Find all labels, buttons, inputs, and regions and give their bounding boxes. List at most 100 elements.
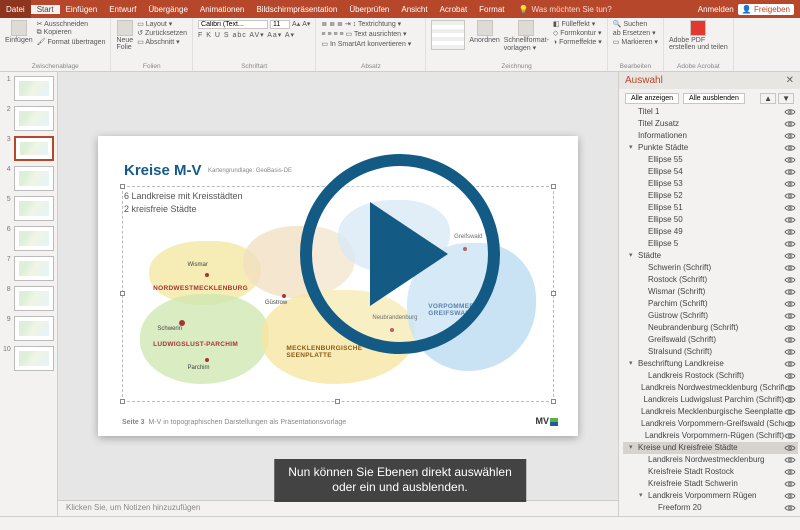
grow-font-button[interactable]: A▴ [292, 20, 300, 29]
slide-thumbnail[interactable]: 4 [3, 166, 54, 191]
visibility-eye-icon[interactable] [784, 456, 796, 464]
create-pdf-button[interactable]: Adobe PDF erstellen und teilen [669, 20, 728, 51]
slide-thumbnail[interactable]: 8 [3, 286, 54, 311]
selection-tree-item[interactable]: Ellipse 54 [623, 166, 798, 178]
align-buttons[interactable]: ≡ ≡ ≡ ≡ ▭ Text ausrichten ▾ [321, 30, 406, 38]
ribbon-tab-start[interactable]: Start [31, 5, 60, 14]
selection-tree-item[interactable]: Ellipse 49 [623, 226, 798, 238]
visibility-eye-icon[interactable] [784, 180, 796, 188]
visibility-eye-icon[interactable] [784, 288, 796, 296]
ribbon-tab-entwurf[interactable]: Entwurf [103, 5, 142, 14]
slide-thumbnail[interactable]: 7 [3, 256, 54, 281]
font-size-combo[interactable] [270, 20, 290, 29]
slide-thumbnail[interactable]: 2 [3, 106, 54, 131]
find-button[interactable]: 🔍 Suchen [613, 20, 658, 28]
visibility-eye-icon[interactable] [784, 168, 796, 176]
move-down-icon[interactable]: ▼ [778, 93, 794, 104]
visibility-eye-icon[interactable] [784, 408, 796, 416]
visibility-eye-icon[interactable] [784, 432, 796, 440]
visibility-eye-icon[interactable] [784, 396, 796, 404]
ribbon-tab-einfügen[interactable]: Einfügen [60, 5, 104, 14]
selection-tree-item[interactable]: Kreisfreie Stadt Schwerin [623, 478, 798, 490]
shape-fill-button[interactable]: ◧ Fülleffekt ▾ [553, 20, 602, 28]
resize-handle[interactable] [120, 399, 125, 404]
selection-tree-item[interactable]: Ellipse 50 [623, 214, 798, 226]
notes-pane[interactable]: Klicken Sie, um Notizen hinzuzufügen [58, 500, 618, 516]
visibility-eye-icon[interactable] [784, 384, 796, 392]
select-button[interactable]: ▭ Markieren ▾ [613, 38, 658, 46]
selection-tree-item[interactable]: Schwerin (Schrift) [623, 262, 798, 274]
slide-thumbnail[interactable]: 10 [3, 346, 54, 371]
tell-me-search[interactable]: 💡 Was möchten Sie tun? [519, 5, 612, 14]
visibility-eye-icon[interactable] [784, 348, 796, 356]
selection-tree-item[interactable]: Landkreis Nordwestmecklenburg (Schrift) [623, 382, 798, 394]
replace-button[interactable]: ab Ersetzen ▾ [613, 29, 658, 37]
ribbon-tab-format[interactable]: Format [473, 5, 510, 14]
selection-tree-item[interactable]: Wismar (Schrift) [623, 286, 798, 298]
visibility-eye-icon[interactable] [784, 228, 796, 236]
hide-all-button[interactable]: Alle ausblenden [683, 93, 745, 104]
paste-button[interactable]: Einfügen [5, 20, 33, 44]
visibility-eye-icon[interactable] [784, 240, 796, 248]
visibility-eye-icon[interactable] [784, 372, 796, 380]
ribbon-tab-bildschirmpräsentation[interactable]: Bildschirmpräsentation [250, 5, 343, 14]
selection-tree-item[interactable]: Titel Zusatz [623, 118, 798, 130]
selection-tree-item[interactable]: Ellipse 55 [623, 154, 798, 166]
selection-tree-item[interactable]: Landkreis Nordwestmecklenburg [623, 454, 798, 466]
visibility-eye-icon[interactable] [784, 276, 796, 284]
paragraph-buttons[interactable]: ≣ ≣ ≣ ⇥ ↕ Textrichtung ▾ [321, 20, 401, 28]
slide-thumbnail[interactable]: 3 [3, 136, 54, 161]
selection-tree-item[interactable]: Ellipse 52 [623, 190, 798, 202]
expand-caret-icon[interactable]: ▾ [629, 142, 636, 154]
resize-handle[interactable] [551, 399, 556, 404]
visibility-eye-icon[interactable] [784, 492, 796, 500]
visibility-eye-icon[interactable] [784, 480, 796, 488]
visibility-eye-icon[interactable] [784, 444, 796, 452]
copy-button[interactable]: ⧉ Kopieren [37, 29, 106, 37]
shape-effects-button[interactable]: ◑ Formeffekte ▾ [553, 38, 602, 46]
visibility-eye-icon[interactable] [784, 312, 796, 320]
font-name-combo[interactable] [198, 20, 268, 29]
visibility-eye-icon[interactable] [784, 252, 796, 260]
visibility-eye-icon[interactable] [784, 504, 796, 512]
visibility-eye-icon[interactable] [784, 324, 796, 332]
reset-button[interactable]: ↺ Zurücksetzen [137, 29, 187, 37]
selection-tree-item[interactable]: Ellipse 51 [623, 202, 798, 214]
selection-tree-item[interactable]: Kreisfreie Stadt Rostock [623, 466, 798, 478]
selection-tree-item[interactable]: Landkreis Ludwigslust Parchim (Schrift) [623, 394, 798, 406]
close-icon[interactable]: ✕ [786, 75, 794, 86]
selection-tree-item[interactable]: ▾Beschriftung Landkreise [623, 358, 798, 370]
cut-button[interactable]: ✂ Ausschneiden [37, 20, 106, 28]
visibility-eye-icon[interactable] [784, 420, 796, 428]
selection-tree-item[interactable]: Informationen [623, 130, 798, 142]
selection-tree-item[interactable]: Ellipse 53 [623, 178, 798, 190]
layout-button[interactable]: ▭ Layout ▾ [137, 20, 187, 28]
expand-caret-icon[interactable]: ▾ [629, 442, 636, 454]
expand-caret-icon[interactable]: ▾ [629, 250, 636, 262]
selection-tree-item[interactable]: Titel 1 [623, 106, 798, 118]
visibility-eye-icon[interactable] [784, 264, 796, 272]
selection-tree-item[interactable]: Landkreis Vorpommern-Greifswald (Schrift… [623, 418, 798, 430]
visibility-eye-icon[interactable] [784, 360, 796, 368]
resize-handle[interactable] [120, 291, 125, 296]
resize-handle[interactable] [551, 184, 556, 189]
visibility-eye-icon[interactable] [784, 108, 796, 116]
selection-tree-item[interactable]: Güstrow (Schrift) [623, 310, 798, 322]
visibility-eye-icon[interactable] [784, 144, 796, 152]
visibility-eye-icon[interactable] [784, 132, 796, 140]
ribbon-tab-acrobat[interactable]: Acrobat [434, 5, 474, 14]
section-button[interactable]: ▭ Abschnitt ▾ [137, 38, 187, 46]
shrink-font-button[interactable]: A▾ [302, 20, 310, 29]
selection-tree-item[interactable]: Greifswald (Schrift) [623, 334, 798, 346]
share-button[interactable]: 👤 Freigeben [738, 4, 794, 15]
arrange-button[interactable]: Anordnen [469, 20, 499, 44]
ribbon-tab-animationen[interactable]: Animationen [194, 5, 250, 14]
selection-tree-item[interactable]: Landkreis Vorpommern-Rügen (Schrift) [623, 430, 798, 442]
slide-thumbnail[interactable]: 1 [3, 76, 54, 101]
shape-gallery[interactable] [431, 20, 465, 50]
slide-thumbnail[interactable]: 6 [3, 226, 54, 251]
visibility-eye-icon[interactable] [784, 336, 796, 344]
format-painter-button[interactable]: 🖌 Format übertragen [37, 38, 106, 46]
selection-tree-item[interactable]: ▾Städte [623, 250, 798, 262]
visibility-eye-icon[interactable] [784, 468, 796, 476]
